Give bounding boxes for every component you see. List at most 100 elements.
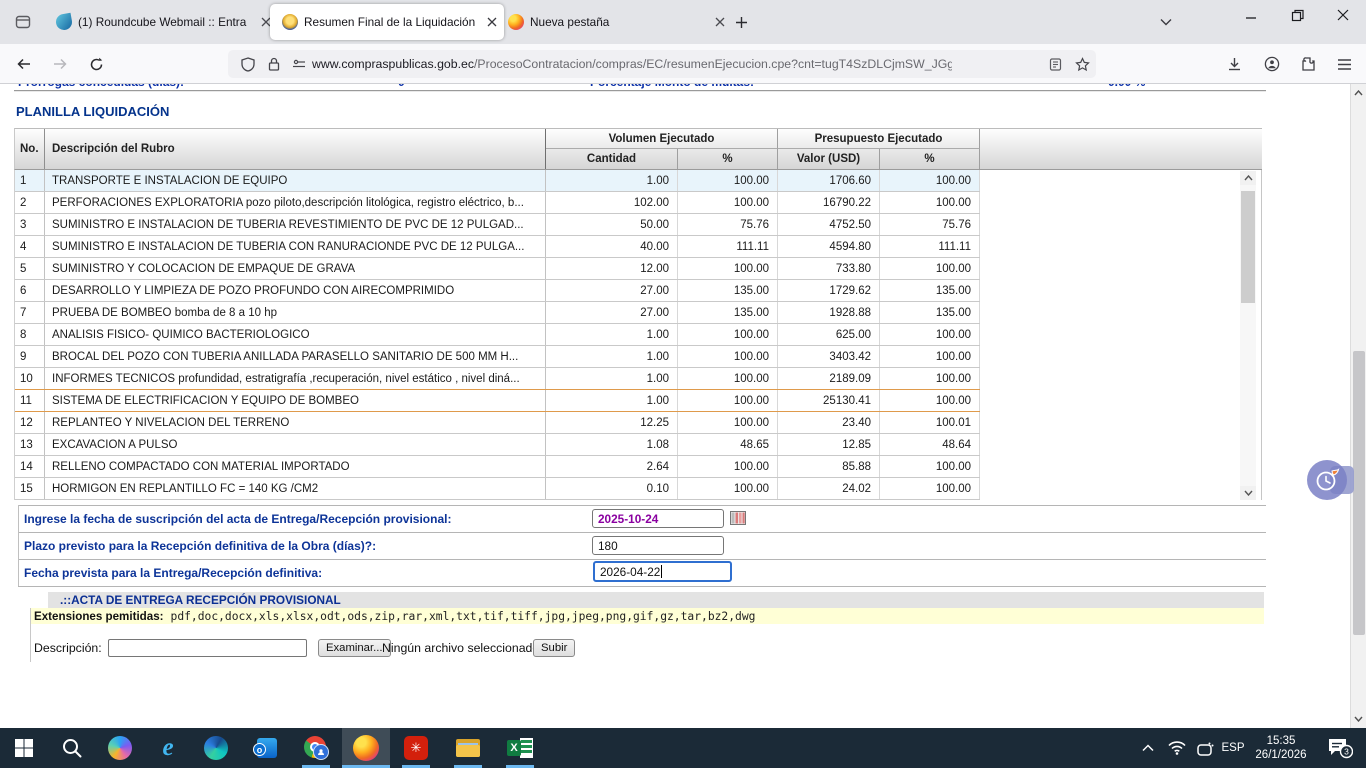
window-minimize-button[interactable] (1234, 0, 1268, 30)
floating-clock-widget[interactable] (1307, 460, 1347, 500)
table-row[interactable]: 9 BROCAL DEL POZO CON TUBERIA ANILLADA P… (15, 346, 980, 368)
taskbar-file-explorer-icon[interactable] (444, 728, 492, 768)
divider (18, 532, 1266, 533)
fecha-suscripcion-input[interactable]: 2025-10-24 (592, 509, 724, 528)
downloads-icon[interactable] (1220, 52, 1248, 76)
cell-no: 5 (15, 258, 45, 279)
bookmark-star-icon[interactable] (1068, 57, 1096, 72)
extensions-puzzle-icon[interactable] (1294, 52, 1322, 76)
tab-title: Nueva pestaña (530, 15, 712, 29)
forward-button[interactable] (46, 50, 74, 78)
taskbar-outlook-icon[interactable]: o (241, 728, 289, 768)
header-no: No. (15, 129, 45, 169)
descripcion-input[interactable] (108, 639, 307, 657)
tray-show-hidden-icons[interactable] (1134, 728, 1162, 768)
tab-nueva-pestana[interactable]: Nueva pestaña (496, 0, 732, 44)
taskbar-search-icon[interactable] (48, 728, 96, 768)
table-scrollbar-thumb[interactable] (1241, 191, 1255, 303)
cell-descripcion: ANALISIS FISICO- QUIMICO BACTERIOLOGICO (45, 324, 546, 345)
language-indicator[interactable]: ESP (1216, 728, 1250, 768)
plazo-previsto-input[interactable]: 180 (592, 536, 724, 555)
cell-descripcion: EXCAVACION A PULSO (45, 434, 546, 455)
cell-cantidad: 0.10 (546, 478, 678, 499)
taskbar-clock[interactable]: 15:35 26/1/2026 (1250, 728, 1312, 768)
tab-resumen-liquidacion[interactable]: Resumen Final de la Liquidación (270, 4, 504, 40)
taskbar-chrome-profile-icon[interactable] (292, 728, 340, 768)
header-presupuesto-ejecutado: Presupuesto Ejecutado (778, 129, 980, 149)
back-button[interactable] (10, 50, 38, 78)
browser-tab-strip: (1) Roundcube Webmail :: Entra Resumen F… (0, 0, 1366, 44)
taskbar-acrobat-icon[interactable]: ✳ (392, 728, 440, 768)
table-row[interactable]: 2 PERFORACIONES EXPLORATORIA pozo piloto… (15, 192, 980, 214)
notifications-icon[interactable]: 3 (1318, 728, 1362, 768)
table-scrollbar[interactable] (1240, 171, 1256, 500)
cell-presupuesto-pct: 100.00 (880, 258, 980, 279)
scroll-up-icon[interactable] (1240, 171, 1256, 185)
permissions-icon[interactable] (286, 59, 312, 69)
url-bar[interactable]: www.compraspublicas.gob.ec/ProcesoContra… (228, 50, 1096, 78)
cell-valor-usd: 25130.41 (778, 390, 880, 411)
table-row[interactable]: 10 INFORMES TECNICOS profundidad, estrat… (15, 368, 980, 390)
start-button[interactable] (0, 728, 48, 768)
cell-no: 10 (15, 368, 45, 389)
page-scrollbar-thumb[interactable] (1353, 351, 1365, 635)
taskbar-edge-icon[interactable] (192, 728, 240, 768)
calendar-icon[interactable] (730, 511, 746, 530)
window-close-button[interactable] (1326, 0, 1360, 30)
table-row[interactable]: 3 SUMINISTRO E INSTALACION DE TUBERIA RE… (15, 214, 980, 236)
window-restore-button[interactable] (1280, 0, 1314, 30)
table-row[interactable]: 4 SUMINISTRO E INSTALACION DE TUBERIA CO… (15, 236, 980, 258)
plazo-previsto-label: Plazo previsto para la Recepción definit… (24, 539, 376, 553)
table-row[interactable]: 7 PRUEBA DE BOMBEO bomba de 8 a 10 hp 27… (15, 302, 980, 324)
new-tab-button[interactable] (730, 11, 752, 33)
ecuador-coat-of-arms-favicon-icon (282, 14, 298, 30)
cell-descripcion: TRANSPORTE E INSTALACION DE EQUIPO (45, 170, 546, 191)
table-header: No. Descripción del Rubro Volumen Ejecut… (14, 128, 1262, 170)
divider (18, 505, 19, 586)
screen: (1) Roundcube Webmail :: Entra Resumen F… (0, 0, 1366, 768)
tracking-shield-icon[interactable] (234, 57, 262, 72)
table-row[interactable]: 12 REPLANTEO Y NIVELACION DEL TERRENO 12… (15, 412, 980, 434)
scroll-up-icon[interactable] (1351, 86, 1366, 100)
table-body: 1 TRANSPORTE E INSTALACION DE EQUIPO 1.0… (14, 170, 980, 500)
cell-valor-usd: 16790.22 (778, 192, 880, 213)
reader-view-icon[interactable] (1042, 58, 1068, 71)
table-row[interactable]: 14 RELLENO COMPACTADO CON MATERIAL IMPOR… (15, 456, 980, 478)
cell-no: 15 (15, 478, 45, 499)
cell-volumen-pct: 100.00 (678, 478, 778, 499)
cell-valor-usd: 24.02 (778, 478, 880, 499)
scroll-down-icon[interactable] (1240, 486, 1256, 500)
scroll-down-icon[interactable] (1351, 712, 1366, 726)
taskbar-firefox-icon[interactable] (342, 728, 390, 768)
tab-close-icon[interactable] (712, 14, 728, 30)
taskbar-copilot-icon[interactable] (96, 728, 144, 768)
cell-presupuesto-pct: 135.00 (880, 302, 980, 323)
table-row[interactable]: 5 SUMINISTRO Y COLOCACION DE EMPAQUE DE … (15, 258, 980, 280)
fecha-prevista-input[interactable]: 2026-04-22 (593, 561, 732, 582)
table-row[interactable]: 11 SISTEMA DE ELECTRIFICACION Y EQUIPO D… (15, 390, 980, 412)
cell-volumen-pct: 100.00 (678, 324, 778, 345)
header-volumen-pct: % (678, 149, 778, 169)
table-row[interactable]: 15 HORMIGON EN REPLANTILLO FC = 140 KG /… (15, 478, 980, 500)
table-row[interactable]: 6 DESARROLLO Y LIMPIEZA DE POZO PROFUNDO… (15, 280, 980, 302)
cell-descripcion: INFORMES TECNICOS profundidad, estratigr… (45, 368, 546, 389)
cell-cantidad: 2.64 (546, 456, 678, 477)
header-descripcion: Descripción del Rubro (45, 129, 546, 169)
table-row[interactable]: 8 ANALISIS FISICO- QUIMICO BACTERIOLOGIC… (15, 324, 980, 346)
firefox-view-icon[interactable] (10, 9, 36, 35)
menu-hamburger-icon[interactable] (1330, 52, 1358, 76)
table-row[interactable]: 13 EXCAVACION A PULSO 1.08 48.65 12.85 4… (15, 434, 980, 456)
taskbar-internet-explorer-icon[interactable]: e (144, 728, 192, 768)
reload-button[interactable] (82, 50, 110, 78)
list-all-tabs-icon[interactable] (1152, 11, 1180, 33)
wifi-icon[interactable] (1162, 728, 1192, 768)
taskbar-excel-icon[interactable]: X (496, 728, 544, 768)
page-scrollbar[interactable] (1350, 84, 1366, 728)
tab-roundcube[interactable]: (1) Roundcube Webmail :: Entra (44, 0, 278, 44)
upload-button[interactable]: Subir (533, 639, 575, 657)
table-row[interactable]: 1 TRANSPORTE E INSTALACION DE EQUIPO 1.0… (15, 170, 980, 192)
account-icon[interactable] (1258, 52, 1286, 76)
browse-file-button[interactable]: Examinar... (318, 639, 391, 657)
cell-presupuesto-pct: 100.00 (880, 346, 980, 367)
lock-icon[interactable] (262, 57, 286, 71)
